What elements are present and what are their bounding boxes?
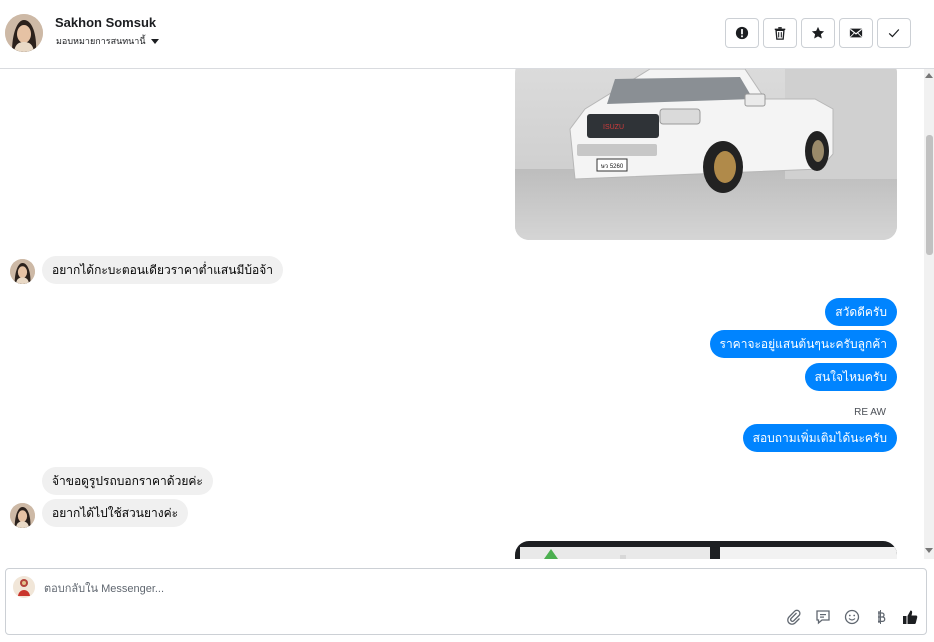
incoming-message[interactable]: จ้าขอดูรูปรถบอกราคาด้วยค่ะ [42, 467, 213, 495]
conversation-header: Sakhon Somsuk มอบหมายการสนทนานี้ [0, 0, 934, 69]
plate-text: ษว 5260 [601, 164, 624, 170]
saved-reply-icon [815, 609, 830, 624]
delete-button[interactable] [763, 18, 797, 48]
contact-avatar[interactable] [5, 14, 43, 52]
contact-avatar-small [10, 503, 35, 528]
saved-replies-button[interactable] [814, 608, 831, 625]
emoji-button[interactable] [843, 608, 860, 625]
chevron-down-icon [150, 38, 159, 44]
emoji-icon [844, 609, 859, 624]
like-button[interactable] [901, 608, 918, 625]
message-scrollbar[interactable] [924, 69, 934, 559]
thumbs-up-icon [902, 610, 917, 624]
payment-button[interactable] [872, 608, 889, 625]
incoming-message[interactable]: อยากได้กะบะตอนเดียวราคาต่ำแสนมีบ้อจ้า [42, 256, 283, 284]
mark-unread-button[interactable] [839, 18, 873, 48]
page-avatar [13, 576, 35, 598]
mark-spam-button[interactable] [725, 18, 759, 48]
paperclip-icon [786, 609, 801, 625]
outgoing-message[interactable]: สวัดดีครับ [825, 298, 897, 326]
outgoing-message[interactable]: สนใจไหมครับ [804, 363, 897, 391]
envelope-icon [849, 28, 863, 38]
star-icon [811, 26, 825, 39]
incoming-message[interactable]: อยากได้ไปใช้สวนยางค่ะ [42, 499, 189, 527]
image-attachment[interactable] [515, 541, 897, 559]
message-thread: ISUZU ษว 5260 อยากได้กะบะตอนเดียวราคาต่ำ… [0, 69, 924, 559]
attach-file-button[interactable] [785, 608, 802, 625]
outgoing-message[interactable]: สอบถามเพิ่มเติมได้นะครับ [742, 424, 897, 452]
sender-label: RE AW [854, 407, 886, 418]
check-icon [888, 29, 900, 38]
scroll-down-arrow-icon[interactable] [925, 548, 933, 553]
mark-done-button[interactable] [877, 18, 911, 48]
truck-image-attachment[interactable]: ISUZU ษว 5260 [515, 69, 897, 240]
trash-icon [774, 27, 786, 40]
baht-icon [877, 609, 885, 624]
header-actions [725, 18, 911, 48]
scroll-thumb[interactable] [926, 135, 933, 255]
contact-avatar-small [10, 259, 35, 284]
contact-name[interactable]: Sakhon Somsuk [55, 15, 156, 30]
alert-circle-icon [735, 26, 749, 40]
reply-input[interactable] [44, 581, 544, 597]
star-button[interactable] [801, 18, 835, 48]
assign-conversation-dropdown[interactable]: มอบหมายการสนทนานี้ [56, 34, 159, 48]
reply-composer [5, 568, 927, 635]
composer-tools [785, 608, 918, 625]
inbox-conversation-view: Sakhon Somsuk มอบหมายการสนทนานี้ ISUZU ษ… [0, 0, 934, 642]
scroll-up-arrow-icon[interactable] [925, 73, 933, 78]
assign-label: มอบหมายการสนทนานี้ [56, 36, 146, 46]
svg-text:ISUZU: ISUZU [603, 124, 624, 131]
outgoing-message[interactable]: ราคาจะอยู่แสนต้นๆนะครับลูกค้า [709, 330, 897, 358]
